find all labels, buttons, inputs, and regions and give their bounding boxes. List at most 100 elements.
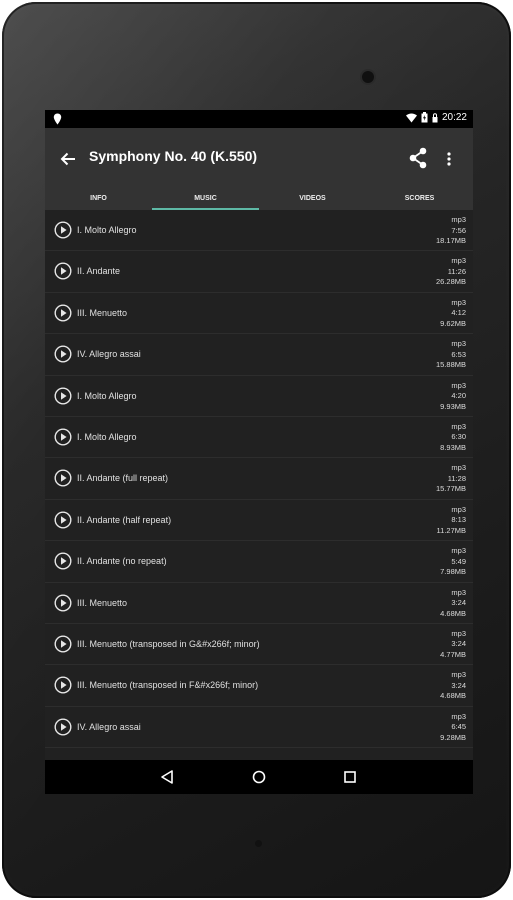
track-row[interactable]: I. Molto Allegro mp3 7:56 18.17MB [45,210,473,252]
track-size: 11.27MB [436,525,466,535]
nav-home-icon[interactable] [250,768,268,786]
track-meta: mp3 4:20 9.93MB [440,381,466,413]
track-title: III. Menuetto (transposed in F&#x266f; m… [77,680,259,691]
tab-videos[interactable]: VIDEOS [259,190,366,210]
track-row[interactable]: III. Menuetto mp3 4:12 9.62MB [45,293,473,335]
nav-recents-icon[interactable] [341,768,359,786]
location-icon [53,113,62,125]
track-duration: 4:12 [451,308,466,318]
track-size: 15.77MB [435,484,466,494]
track-format: mp3 [451,628,466,638]
track-size: 4.77MB [440,649,466,659]
track-format: mp3 [451,380,466,390]
play-icon[interactable] [54,428,72,446]
battery-icon [421,112,428,123]
track-size: 15.88MB [435,360,466,370]
track-row[interactable]: IV. Allegro assai mp3 6:45 9.28MB [45,707,473,749]
track-row[interactable]: III. Menuetto (transposed in F&#x266f; m… [45,665,473,707]
play-icon[interactable] [54,594,72,612]
track-meta: mp3 11:28 15.77MB [436,463,466,495]
play-icon[interactable] [54,387,72,405]
track-duration: 3:24 [451,639,466,649]
app-bar: Symphony No. 40 (K.550) [45,128,473,190]
wifi-icon [405,113,417,122]
play-icon[interactable] [54,676,72,694]
play-icon[interactable] [54,552,72,570]
track-row[interactable]: III. Menuetto mp3 3:24 4.68MB [45,583,473,624]
nav-back-icon[interactable] [158,768,176,786]
track-title: IV. Allegro assai [77,349,141,360]
track-size: 9.28MB [440,732,466,742]
track-row[interactable]: III. Menuetto (transposed in G&#x266f; m… [45,624,473,666]
play-icon[interactable] [54,718,72,736]
track-row[interactable]: II. Andante (half repeat) mp3 8:13 11.27MB [45,500,473,542]
track-row[interactable]: I. Molto Allegro mp3 6:30 8.93MB [45,417,473,459]
track-row[interactable]: I. Molto Allegro mp3 4:20 9.93MB [45,376,473,417]
tab-bar: INFO MUSIC VIDEOS SCORES [45,190,473,210]
track-format: mp3 [451,463,466,473]
tab-info[interactable]: INFO [45,190,152,210]
track-size: 7.98MB [440,567,466,577]
track-duration: 11:28 [447,473,466,483]
track-format: mp3 [451,256,466,266]
play-icon[interactable] [54,262,72,280]
track-meta: mp3 6:45 9.28MB [440,712,466,744]
track-title: II. Andante (full repeat) [77,473,169,484]
track-row[interactable]: II. Andante mp3 11:26 26.28MB [45,251,473,293]
light-sensor [255,840,262,847]
track-meta: mp3 11:26 26.28MB [436,256,466,288]
status-time: 20:22 [441,112,467,123]
track-size: 8.93MB [440,442,466,452]
track-title: II. Andante (half repeat) [77,514,172,525]
track-meta: mp3 6:53 15.88MB [436,339,466,371]
play-icon[interactable] [54,345,72,363]
track-meta: mp3 3:24 4.68MB [440,670,466,702]
track-duration: 4:20 [451,391,466,401]
tab-scores[interactable]: SCORES [366,190,473,210]
track-format: mp3 [451,504,466,514]
track-meta: mp3 6:30 8.93MB [440,422,466,454]
navigation-bar [45,760,473,794]
track-format: mp3 [451,339,466,349]
track-duration: 7:56 [451,225,466,235]
track-meta: mp3 3:24 4.77MB [440,629,466,661]
status-bar: 20:22 [45,110,473,128]
track-format: mp3 [451,421,466,431]
track-title: I. Molto Allegro [77,225,137,235]
track-title: I. Molto Allegro [77,390,137,401]
share-icon[interactable] [407,146,429,170]
track-title: III. Menuetto [77,597,128,608]
track-duration: 6:30 [451,432,466,442]
track-meta: mp3 7:56 18.17MB [436,215,466,247]
screen: 20:22 Symphony No. 40 (K.550) INFO MUSIC… [45,110,473,794]
track-duration: 11:26 [447,266,466,276]
page-title: Symphony No. 40 (K.550) [89,148,258,164]
track-title: III. Menuetto (transposed in G&#x266f; m… [77,638,260,649]
tab-music[interactable]: MUSIC [152,190,259,210]
track-size: 9.93MB [440,401,466,411]
tablet-frame: 20:22 Symphony No. 40 (K.550) INFO MUSIC… [2,2,511,898]
track-meta: mp3 4:12 9.62MB [440,298,466,330]
track-size: 9.62MB [440,318,466,328]
track-title: IV. Allegro assai [77,721,141,732]
track-duration: 6:45 [451,722,466,732]
track-size: 4.68MB [440,691,466,701]
play-icon[interactable] [54,469,72,487]
play-icon[interactable] [54,511,72,529]
track-row[interactable]: IV. Allegro assai mp3 6:53 15.88MB [45,334,473,376]
track-row[interactable]: II. Andante (no repeat) mp3 5:49 7.98MB [45,541,473,583]
track-format: mp3 [451,546,466,556]
back-arrow-icon[interactable] [57,148,79,170]
front-camera [362,71,374,83]
play-icon[interactable] [54,304,72,322]
more-options-icon[interactable] [445,148,453,170]
play-icon[interactable] [54,635,72,653]
lock-icon [432,113,438,123]
track-duration: 8:13 [451,515,466,525]
track-format: mp3 [451,215,466,224]
track-format: mp3 [451,670,466,680]
track-title: III. Menuetto [77,307,128,318]
track-duration: 3:24 [451,680,466,690]
play-icon[interactable] [54,221,72,239]
track-row[interactable]: II. Andante (full repeat) mp3 11:28 15.77MB [45,458,473,500]
